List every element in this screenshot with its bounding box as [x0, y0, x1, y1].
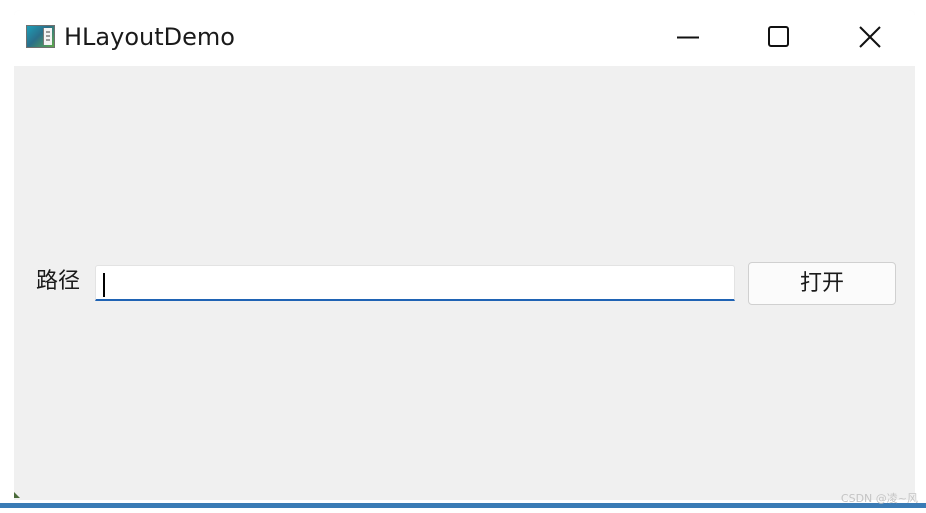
watermark: CSDN @凌~风	[840, 492, 918, 505]
close-button[interactable]	[824, 10, 915, 66]
open-button[interactable]: 打开	[748, 262, 896, 305]
title-bar[interactable]: HLayoutDemo	[14, 10, 915, 66]
screen: HLayoutDemo 路径 打开 CSDN @凌~风	[0, 0, 926, 513]
maximize-button[interactable]	[732, 10, 824, 66]
close-icon	[859, 26, 881, 48]
app-icon	[26, 25, 55, 48]
bottom-border-bar	[0, 503, 926, 508]
app-window: HLayoutDemo 路径 打开	[14, 10, 915, 500]
path-input[interactable]	[95, 265, 735, 301]
resize-grip-icon[interactable]	[14, 492, 20, 498]
minimize-icon	[677, 36, 699, 39]
maximize-icon	[768, 26, 789, 47]
minimize-button[interactable]	[642, 10, 734, 66]
window-title: HLayoutDemo	[64, 23, 235, 51]
content-area: 路径 打开	[14, 66, 915, 500]
path-label: 路径	[36, 269, 81, 294]
text-caret	[103, 273, 105, 297]
